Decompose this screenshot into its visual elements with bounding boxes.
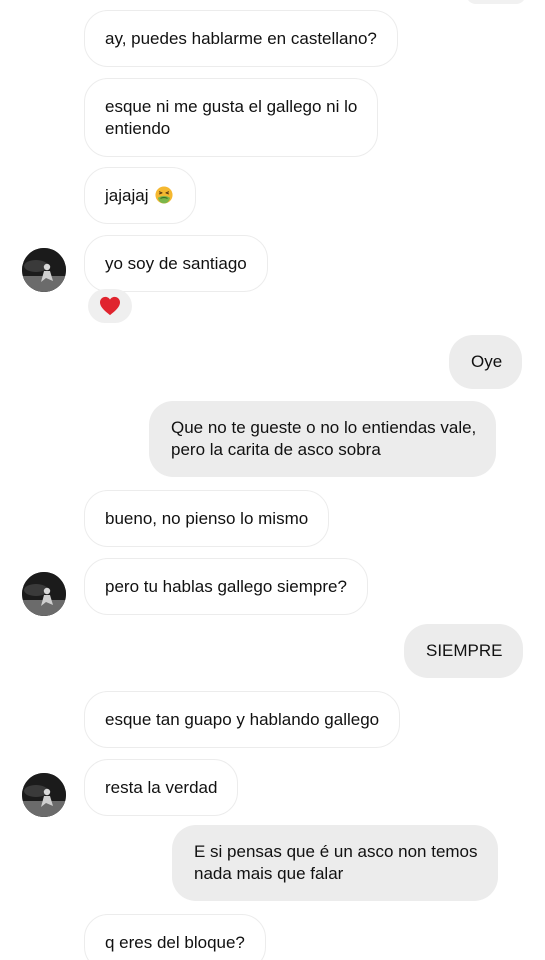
message-bubble-incoming[interactable]: ay, puedes hablarme en castellano? bbox=[84, 10, 398, 67]
message-text: ay, puedes hablarme en castellano? bbox=[105, 29, 377, 48]
avatar[interactable] bbox=[22, 572, 66, 616]
avatar-photo-icon bbox=[22, 773, 66, 817]
reaction-badge[interactable] bbox=[88, 289, 132, 323]
message-text-line: E si pensas que é un asco non temos bbox=[194, 842, 478, 861]
message-text-line: nada mais que falar bbox=[194, 864, 344, 883]
nauseated-face-icon bbox=[155, 186, 173, 204]
message-text-line: entiendo bbox=[105, 119, 171, 138]
message-bubble-incoming[interactable]: esque tan guapo y hablando gallego bbox=[84, 691, 401, 748]
message-bubble-incoming[interactable]: esque ni me gusta el gallego ni lo entie… bbox=[84, 78, 379, 157]
message-text: bueno, no pienso lo mismo bbox=[105, 509, 309, 528]
avatar-photo-icon bbox=[22, 572, 66, 616]
red-heart-icon bbox=[100, 296, 120, 316]
message-text: jajajaj bbox=[105, 186, 149, 205]
avatar[interactable] bbox=[22, 773, 66, 817]
chat-screen: ay, puedes hablarme en castellano? esque… bbox=[0, 0, 545, 960]
avatar[interactable] bbox=[22, 248, 66, 292]
previous-message-edge bbox=[466, 0, 526, 4]
message-bubble-incoming[interactable]: pero tu hablas gallego siempre? bbox=[84, 558, 368, 615]
message-text: resta la verdad bbox=[105, 778, 218, 797]
avatar-photo-icon bbox=[22, 248, 66, 292]
message-bubble-incoming[interactable]: resta la verdad bbox=[84, 759, 239, 816]
message-bubble-incoming[interactable]: q eres del bloque? bbox=[84, 914, 266, 960]
message-text: q eres del bloque? bbox=[105, 933, 245, 952]
message-bubble-outgoing[interactable]: SIEMPRE bbox=[404, 624, 523, 678]
message-text: pero tu hablas gallego siempre? bbox=[105, 577, 347, 596]
message-text: esque tan guapo y hablando gallego bbox=[105, 710, 380, 729]
message-text-line: Que no te gueste o no lo entiendas vale, bbox=[171, 418, 477, 437]
message-text: Oye bbox=[471, 352, 503, 371]
message-text: yo soy de santiago bbox=[105, 254, 247, 273]
message-text-line: pero la carita de asco sobra bbox=[171, 440, 381, 459]
message-bubble-incoming[interactable]: bueno, no pienso lo mismo bbox=[84, 490, 330, 547]
message-bubble-outgoing[interactable]: Que no te gueste o no lo entiendas vale,… bbox=[149, 401, 497, 477]
message-text-line: esque ni me gusta el gallego ni lo bbox=[105, 97, 358, 116]
message-bubble-outgoing[interactable]: Oye bbox=[449, 335, 523, 389]
message-bubble-incoming[interactable]: jajajaj bbox=[84, 167, 197, 224]
message-bubble-incoming[interactable]: yo soy de santiago bbox=[84, 235, 268, 292]
message-bubble-outgoing[interactable]: E si pensas que é un asco non temos nada… bbox=[172, 825, 498, 901]
message-text: SIEMPRE bbox=[426, 641, 503, 660]
